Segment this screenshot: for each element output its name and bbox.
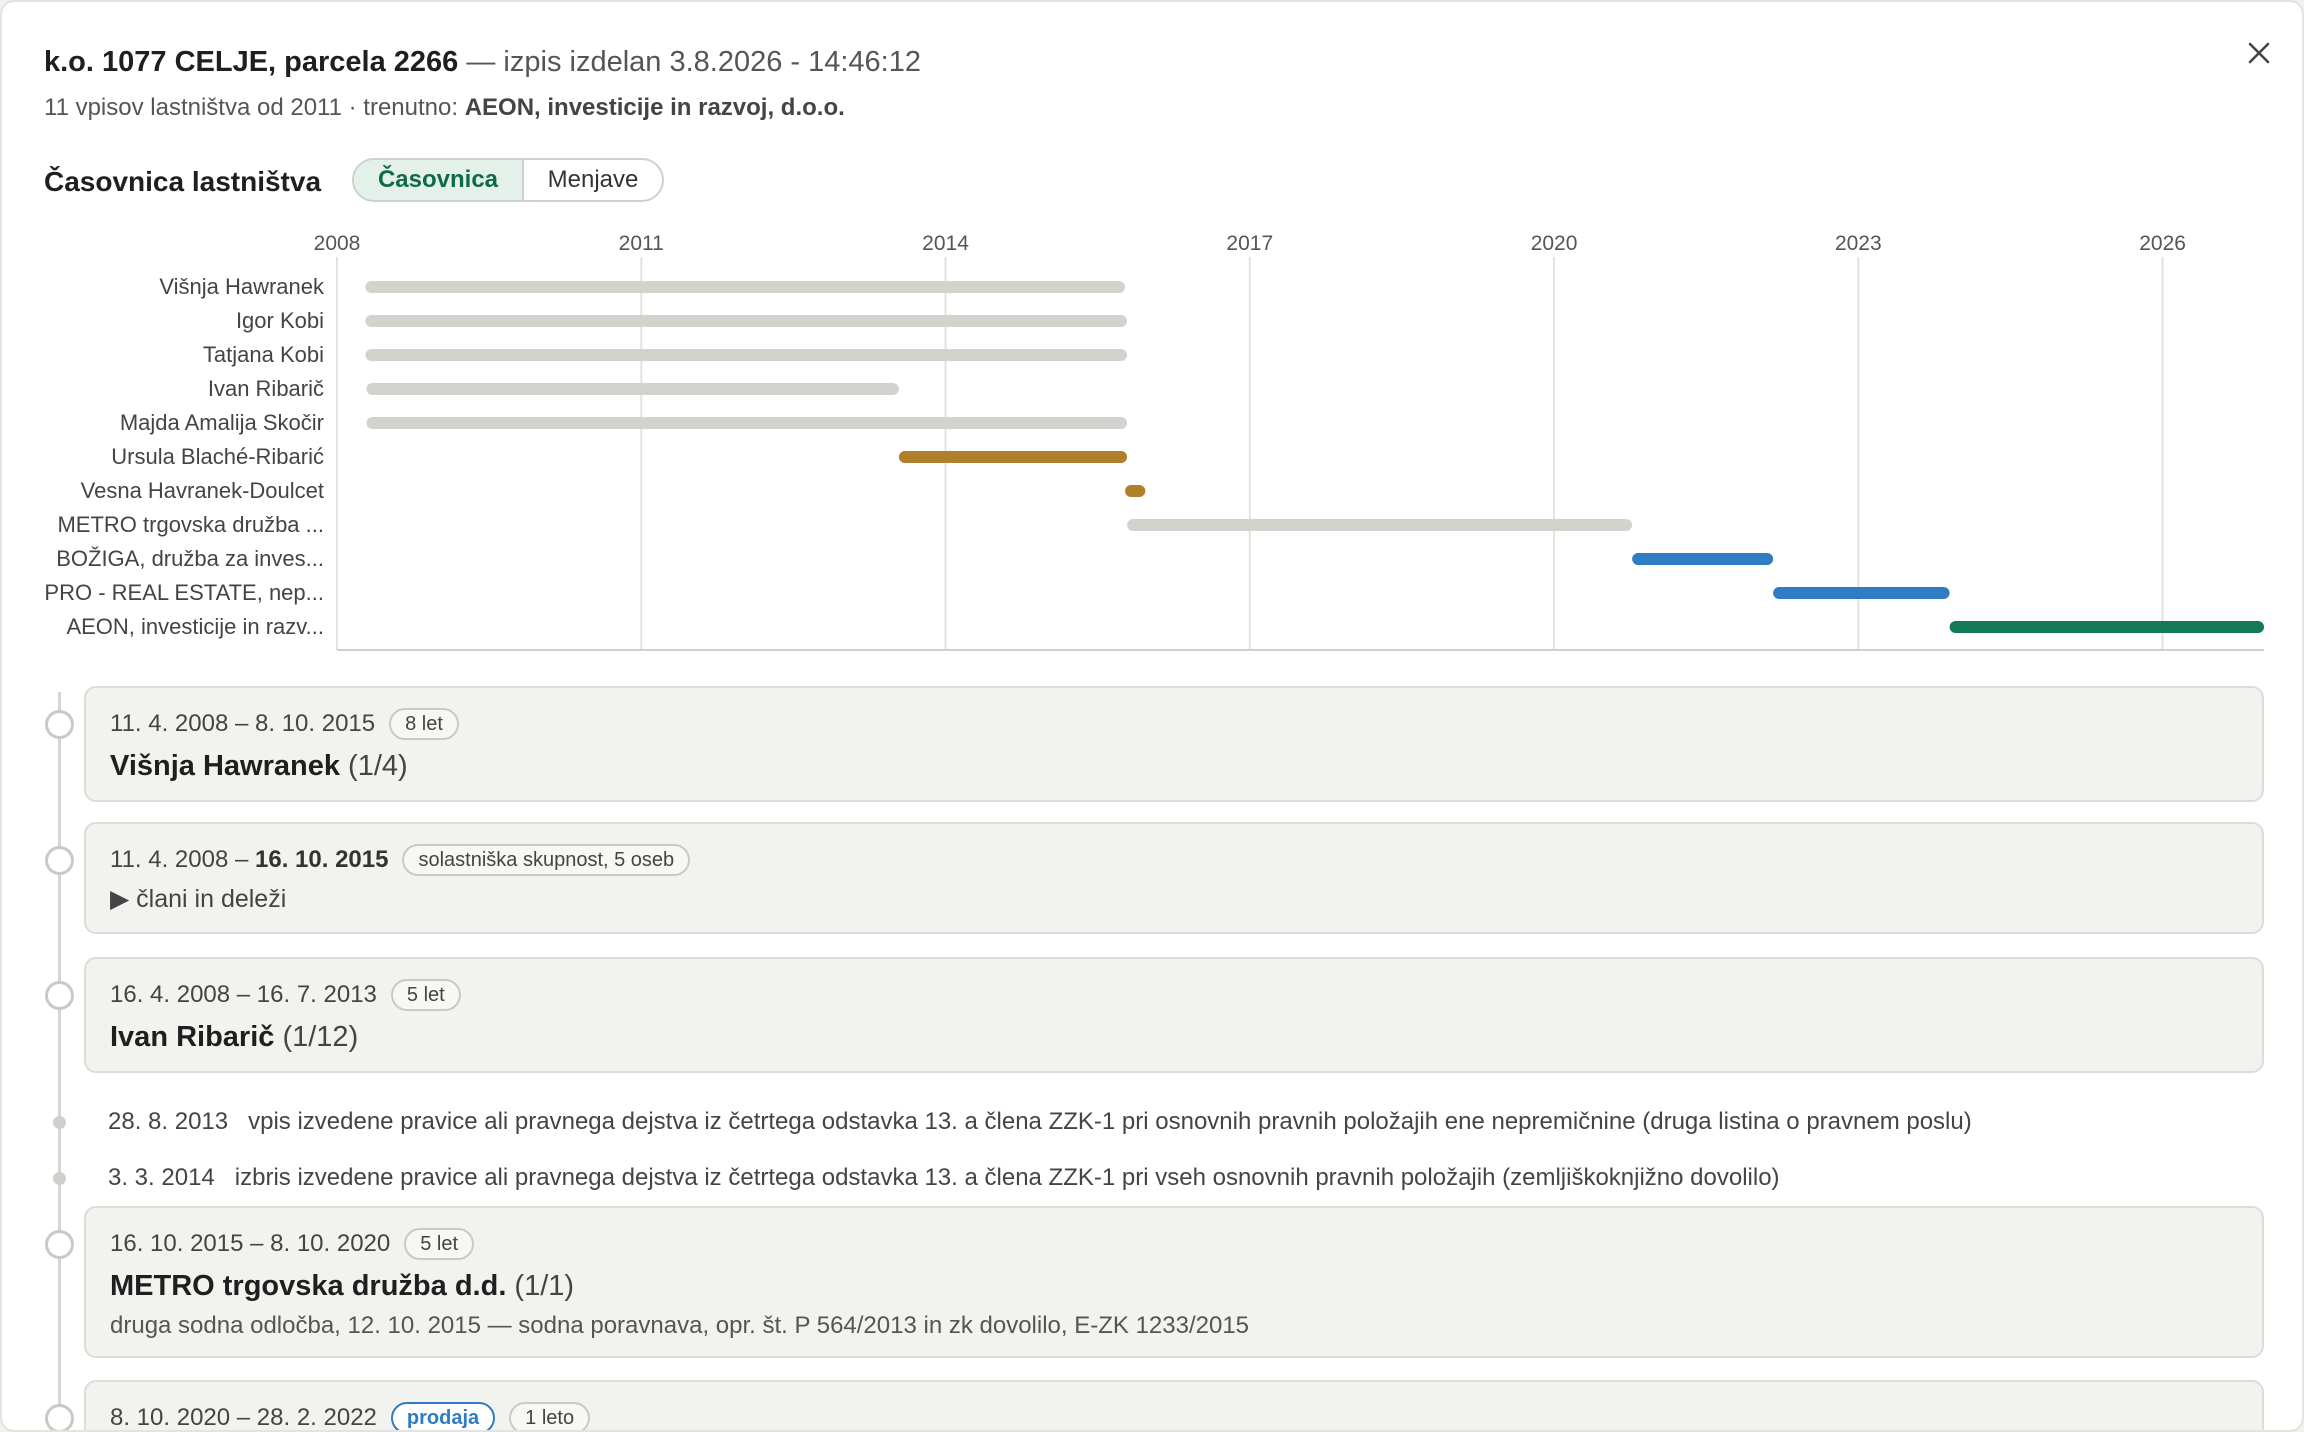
parcel-label: k.o. 1077 CELJE, parcela 2266 [44, 46, 459, 78]
owner-name-text: Ivan Ribarič [110, 1021, 275, 1053]
row-label: Višnja Hawranek [159, 274, 325, 299]
ownership-period: 8. 10. 2020 – 28. 2. 2022 prodaja 1 leto [110, 1402, 591, 1431]
duration-badge: 8 let [389, 708, 459, 740]
period-dates: 11. 4. 2008 – 8. 10. 2015 [110, 710, 376, 737]
timeline-node [45, 1404, 74, 1430]
x-tick-label: 2017 [1226, 232, 1273, 255]
x-tick-label: 2023 [1835, 232, 1882, 255]
owner-name-text: Višnja Hawranek [110, 750, 340, 782]
transaction-type-badge: prodaja [390, 1402, 496, 1430]
ownership-period: 11. 4. 2008 – 8. 10. 2015 8 let [110, 708, 459, 740]
row-label: BOŽIGA, družba za inves... [56, 546, 324, 571]
event-date: 28. 8. 2013 [108, 1108, 229, 1135]
duration-badge: 1 leto [509, 1402, 591, 1430]
view-toggle: Časovnica Menjave [352, 158, 664, 202]
toggle-timeline[interactable]: Časovnica [354, 160, 524, 200]
summary-text: 11 vpisov lastništva od 2011 · trenutno: [44, 94, 465, 121]
modal-title: k.o. 1077 CELJE, parcela 2266 — izpis iz… [44, 44, 921, 80]
row-label: Majda Amalija Skočir [120, 410, 324, 435]
timeline-event-dot [53, 1116, 66, 1129]
ownership-timeline-chart: 2008 2011 2014 2017 2020 2023 2026 Višnja Hawra… [44, 232, 2264, 651]
row-label: Ursula Blaché-Ribarić [111, 444, 324, 469]
row-label: PRO - REAL ESTATE, nep... [44, 580, 324, 605]
period-dates: 16. 4. 2008 – 16. 7. 2013 [110, 981, 377, 1008]
owner-name-text: METRO trgovska družba d.d. [110, 1270, 507, 1302]
owner-share: (1/4) [339, 750, 408, 782]
ownership-note: druga sodna odločba, 12. 10. 2015 — sodn… [110, 1312, 1250, 1339]
toggle-changes[interactable]: Menjave [524, 160, 662, 200]
owner-share: (1/12) [274, 1021, 359, 1053]
ownership-card[interactable]: 8. 10. 2020 – 28. 2. 2022 prodaja 1 leto [84, 1380, 2264, 1431]
row-label: Igor Kobi [236, 308, 324, 333]
timeline-node [45, 1230, 74, 1259]
row-label: Vesna Havranek-Doulcet [81, 478, 324, 503]
timeline-node [45, 846, 74, 875]
current-owner: AEON, investicije in razvoj, d.o.o. [464, 94, 845, 121]
duration-badge: 5 let [390, 979, 461, 1011]
owner-share: (1/1) [506, 1270, 575, 1302]
ownership-card[interactable]: 11. 4. 2008 – 8. 10. 2015 8 let Višnja Haw… [84, 686, 2264, 802]
x-tick-label: 2008 [314, 232, 361, 255]
duration-badge: solastniška skupnost, 5 oseb [402, 844, 691, 876]
row-label: METRO trgovska družba ... [57, 512, 324, 537]
timeline-event: 3. 3. 2014 izbris izvedene pravice ali pr… [108, 1162, 1780, 1194]
period-dates: 8. 10. 2020 – 28. 2. 2022 [110, 1404, 377, 1431]
timeline-node [45, 981, 74, 1010]
row-label: Ivan Ribarič [208, 376, 324, 401]
event-date: 3. 3. 2014 [108, 1164, 215, 1191]
x-tick-label: 2014 [922, 232, 969, 255]
ownership-period: 16. 4. 2008 – 16. 7. 2013 5 let [110, 979, 461, 1011]
close-button[interactable] [2238, 32, 2280, 74]
ownership-period: 16. 10. 2015 – 8. 10. 2020 5 let [110, 1228, 475, 1260]
row-label: AEON, investicije in razv... [66, 614, 324, 639]
ownership-period: 11. 4. 2008 – 16. 10. 2015 solastniška sk… [110, 844, 691, 876]
duration-badge: 5 let [404, 1228, 475, 1260]
x-tick-label: 2020 [1531, 232, 1578, 255]
period-end: 16. 10. 2015 [255, 846, 389, 873]
owner-name: Višnja Hawranek (1/4) [110, 748, 408, 784]
owner-name: METRO trgovska družba d.d. (1/1) [110, 1268, 574, 1304]
timeline-event-dot [53, 1172, 66, 1185]
row-label: Tatjana Kobi [203, 342, 324, 367]
timeline-rail [58, 692, 61, 1430]
period-dates: 11. 4. 2008 – 16. 10. 2015 [110, 846, 389, 873]
owner-name: Ivan Ribarič (1/12) [110, 1019, 358, 1055]
export-meta: — izpis izdelan 3.8.2026 - 14:46:12 [458, 46, 921, 78]
ownership-card[interactable]: 11. 4. 2008 – 16. 10. 2015 solastniška sk… [84, 822, 2264, 934]
ownership-summary: 11 vpisov lastništva od 2011 · trenutno:… [44, 92, 845, 124]
x-tick-label: 2026 [2139, 232, 2186, 255]
ownership-timeline-list: 11. 4. 2008 – 8. 10. 2015 8 let Višnja Haw… [2, 662, 2302, 1431]
event-text: izbris izvedene pravice ali pravnega dej… [234, 1164, 1780, 1191]
event-text: vpis izvedene pravice ali pravnega dejst… [248, 1108, 1972, 1135]
members-expander[interactable]: ▶ člani in deleži [110, 882, 286, 916]
ownership-card[interactable]: 16. 4. 2008 – 16. 7. 2013 5 let Ivan Ribar… [84, 957, 2264, 1073]
ownership-modal: k.o. 1077 CELJE, parcela 2266 — izpis iz… [0, 0, 2304, 1432]
timeline-node [45, 710, 74, 739]
section-title: Časovnica lastništva [44, 166, 322, 197]
x-tick-label: 2011 [619, 232, 664, 255]
close-icon [2248, 42, 2270, 64]
period-dates: 16. 10. 2015 – 8. 10. 2020 [110, 1230, 391, 1257]
ownership-card[interactable]: 16. 10. 2015 – 8. 10. 2020 5 let METRO trg… [84, 1206, 2264, 1358]
timeline-event: 28. 8. 2013 vpis izvedene pravice ali pra… [108, 1106, 1972, 1138]
